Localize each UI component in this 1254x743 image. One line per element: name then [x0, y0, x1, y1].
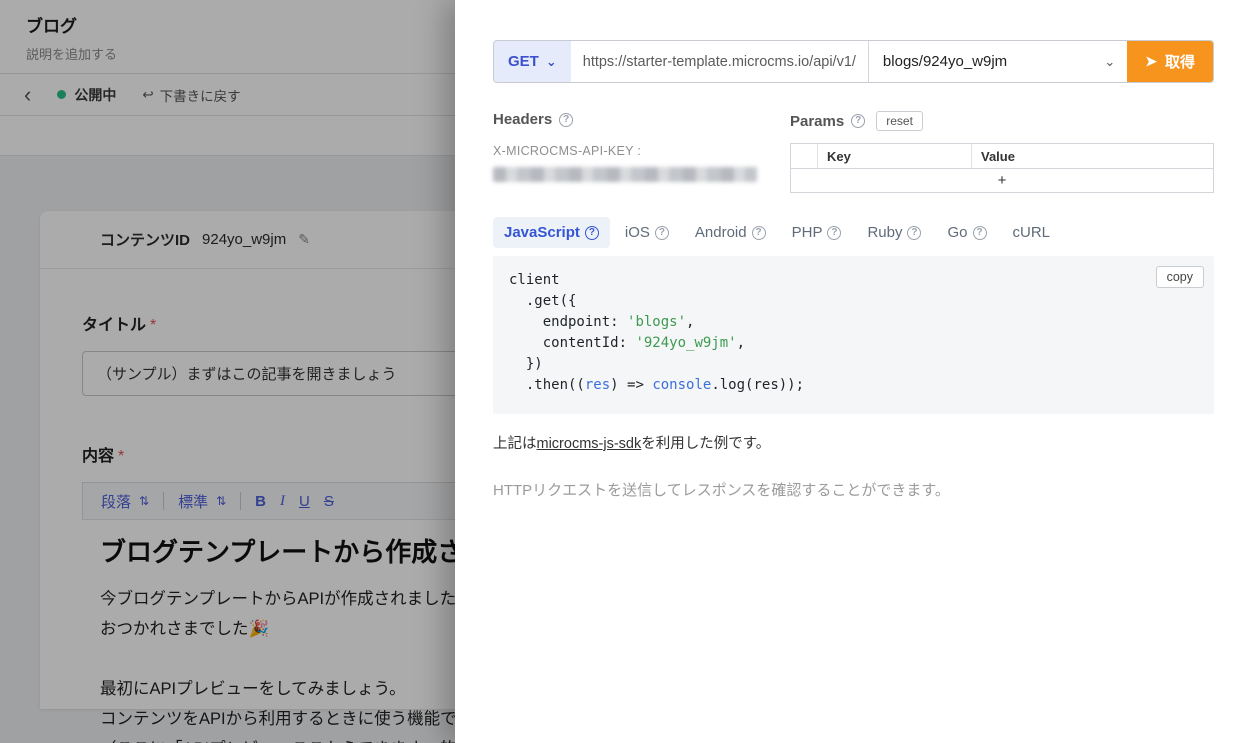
tab-ios[interactable]: iOS ?	[614, 217, 680, 248]
fetch-button[interactable]: ➤ 取得	[1127, 41, 1213, 82]
http-method-select[interactable]: GET ⌄	[494, 41, 571, 82]
api-key-redacted-value	[493, 167, 757, 182]
api-base-url: https://starter-template.microcms.io/api…	[571, 41, 868, 82]
sdk-link[interactable]: microcms-js-sdk	[537, 436, 642, 452]
code-sample-block: client .get({ endpoint: 'blogs', content…	[493, 256, 1214, 414]
sdk-note-suffix: を利用した例です。	[641, 436, 770, 452]
language-tabs: JavaScript ? iOS ? Android ? PHP ? Ruby …	[493, 217, 1214, 248]
tab-android[interactable]: Android ?	[684, 217, 777, 248]
headers-title: Headers	[493, 111, 552, 128]
send-icon: ➤	[1145, 53, 1157, 70]
http-method-value: GET	[508, 53, 539, 70]
help-icon[interactable]: ?	[585, 226, 599, 240]
endpoint-select[interactable]: blogs/924yo_w9jm ⌄	[868, 41, 1127, 82]
params-add-row-button[interactable]: +	[791, 169, 1213, 192]
sdk-note-prefix: 上記は	[493, 436, 537, 452]
headers-params-row: Headers ? X-MICROCMS-API-KEY : Params ? …	[493, 111, 1214, 193]
params-key-header: Key	[818, 144, 972, 168]
tab-label: iOS	[625, 224, 650, 241]
chevron-down-icon: ⌄	[1104, 54, 1115, 70]
params-table-header: Key Value	[791, 144, 1213, 169]
sdk-note: 上記はmicrocms-js-sdkを利用した例です。	[493, 432, 1214, 453]
params-section: Params ? reset Key Value +	[790, 111, 1214, 193]
params-checkbox-column	[791, 144, 818, 168]
request-bar: GET ⌄ https://starter-template.microcms.…	[493, 40, 1214, 83]
api-preview-panel: GET ⌄ https://starter-template.microcms.…	[455, 0, 1254, 743]
tab-go[interactable]: Go ?	[936, 217, 997, 248]
params-table: Key Value +	[790, 143, 1214, 193]
headers-title-row: Headers ?	[493, 111, 790, 128]
endpoint-value: blogs/924yo_w9jm	[883, 53, 1007, 70]
tab-curl[interactable]: cURL	[1002, 217, 1062, 248]
params-value-header: Value	[972, 144, 1213, 168]
tab-label: cURL	[1013, 224, 1051, 241]
params-reset-button[interactable]: reset	[876, 111, 923, 131]
tab-label: Android	[695, 224, 747, 241]
help-icon[interactable]: ?	[655, 226, 669, 240]
copy-button[interactable]: copy	[1156, 266, 1204, 288]
help-icon[interactable]: ?	[752, 226, 766, 240]
tab-label: JavaScript	[504, 224, 580, 241]
help-icon[interactable]: ?	[851, 114, 865, 128]
tab-label: Go	[947, 224, 967, 241]
help-icon[interactable]: ?	[827, 226, 841, 240]
help-icon[interactable]: ?	[973, 226, 987, 240]
chevron-down-icon: ⌄	[546, 54, 557, 70]
headers-section: Headers ? X-MICROCMS-API-KEY :	[493, 111, 790, 193]
code-block-lines: client .get({ endpoint: 'blogs', content…	[509, 270, 1198, 396]
tab-javascript[interactable]: JavaScript ?	[493, 217, 610, 248]
tab-label: PHP	[792, 224, 823, 241]
tab-label: Ruby	[867, 224, 902, 241]
tab-ruby[interactable]: Ruby ?	[856, 217, 932, 248]
panel-description: HTTPリクエストを送信してレスポンスを確認することができます。	[493, 479, 1214, 500]
params-title: Params	[790, 113, 844, 130]
tab-php[interactable]: PHP ?	[781, 217, 853, 248]
fetch-button-label: 取得	[1165, 51, 1195, 72]
api-key-label: X-MICROCMS-API-KEY :	[493, 144, 790, 158]
help-icon[interactable]: ?	[559, 113, 573, 127]
params-title-row: Params ? reset	[790, 111, 1214, 131]
help-icon[interactable]: ?	[907, 226, 921, 240]
